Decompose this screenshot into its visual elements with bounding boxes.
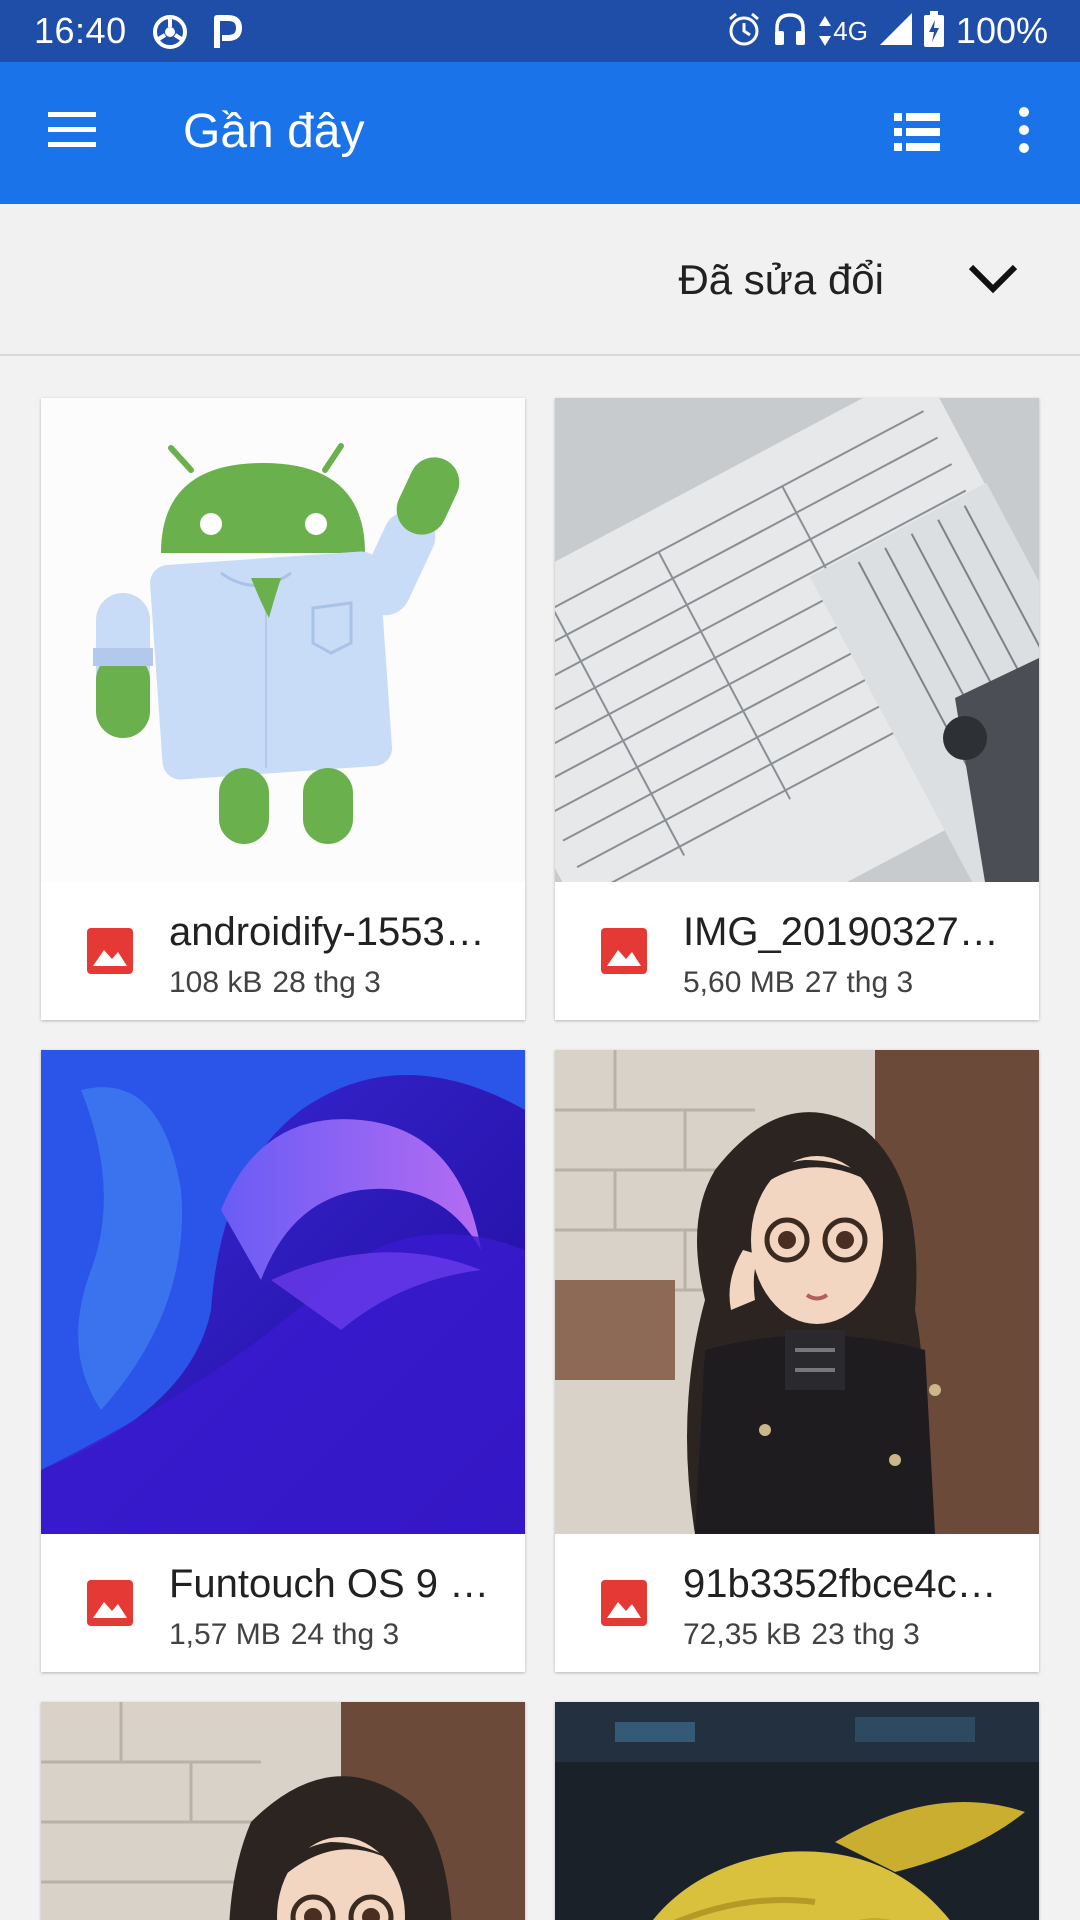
file-card[interactable] [555, 1702, 1039, 1920]
app-bar: Gần đây [0, 62, 1080, 204]
file-date: 27 thg 3 [804, 966, 914, 999]
file-date: 23 thg 3 [811, 1618, 920, 1651]
file-meta: 91b3352fbce4c… 72,35 kB 23 thg 3 [555, 1534, 1039, 1672]
file-size: 5,60 MB [683, 966, 795, 999]
file-card[interactable]: 91b3352fbce4c… 72,35 kB 23 thg 3 [555, 1050, 1039, 1672]
file-details: 5,60 MB 27 thg 3 [683, 966, 913, 1000]
file-meta: IMG_20190327_… 5,60 MB 27 thg 3 [555, 882, 1039, 1020]
sort-bar: Đã sửa đổi [0, 204, 1080, 356]
status-bar: 16:40 4G 100% [0, 0, 1080, 62]
battery-charging-icon [923, 10, 944, 52]
file-details: 108 kB 28 thg 3 [169, 966, 381, 1000]
image-file-icon [87, 928, 133, 974]
file-name: 91b3352fbce4c… [683, 1562, 997, 1606]
file-card[interactable] [41, 1702, 525, 1920]
settings-wheel-icon [152, 14, 188, 55]
hamburger-menu-icon[interactable] [48, 112, 96, 152]
list-view-icon[interactable] [894, 112, 940, 157]
thumbnail-illustrated-girl [41, 1702, 525, 1920]
chevron-down-icon[interactable] [968, 264, 1018, 299]
file-name: Funtouch OS 9 … [169, 1562, 490, 1606]
page-title: Gần đây [183, 105, 365, 158]
file-details: 1,57 MB 24 thg 3 [169, 1618, 399, 1652]
file-size: 72,35 kB [683, 1618, 802, 1651]
more-vert-icon[interactable] [1010, 106, 1038, 159]
parking-icon [212, 14, 242, 55]
file-name: androidify-1553… [169, 910, 485, 954]
file-meta: Funtouch OS 9 … 1,57 MB 24 thg 3 [41, 1534, 525, 1672]
alarm-icon [727, 11, 761, 52]
file-card[interactable]: Funtouch OS 9 … 1,57 MB 24 thg 3 [41, 1050, 525, 1672]
image-file-icon [87, 1580, 133, 1626]
file-card[interactable]: IMG_20190327_… 5,60 MB 27 thg 3 [555, 398, 1039, 1020]
signal-icon [879, 12, 912, 50]
status-time: 16:40 [34, 10, 127, 51]
battery-percent: 100% [955, 10, 1048, 51]
thumbnail-illustrated-girl [555, 1050, 1039, 1534]
file-date: 28 thg 3 [272, 966, 381, 999]
file-card[interactable]: androidify-1553… 108 kB 28 thg 3 [41, 398, 525, 1020]
thumbnail-document-photo [555, 398, 1039, 882]
image-file-icon [601, 1580, 647, 1626]
headset-icon [773, 11, 807, 52]
file-size: 1,57 MB [169, 1618, 281, 1651]
file-name: IMG_20190327_… [683, 910, 1013, 954]
thumbnail-android-figure [41, 398, 525, 882]
thumbnail-yellow-plush [555, 1702, 1039, 1920]
image-file-icon [601, 928, 647, 974]
file-details: 72,35 kB 23 thg 3 [683, 1618, 920, 1652]
thumbnail-purple-wallpaper [41, 1050, 525, 1534]
sort-dropdown-label[interactable]: Đã sửa đổi [678, 256, 884, 304]
file-meta: androidify-1553… 108 kB 28 thg 3 [41, 882, 525, 1020]
network-type: 4G [819, 16, 868, 47]
file-size: 108 kB [169, 966, 263, 999]
file-date: 24 thg 3 [290, 1618, 400, 1651]
android-figure [93, 443, 460, 844]
